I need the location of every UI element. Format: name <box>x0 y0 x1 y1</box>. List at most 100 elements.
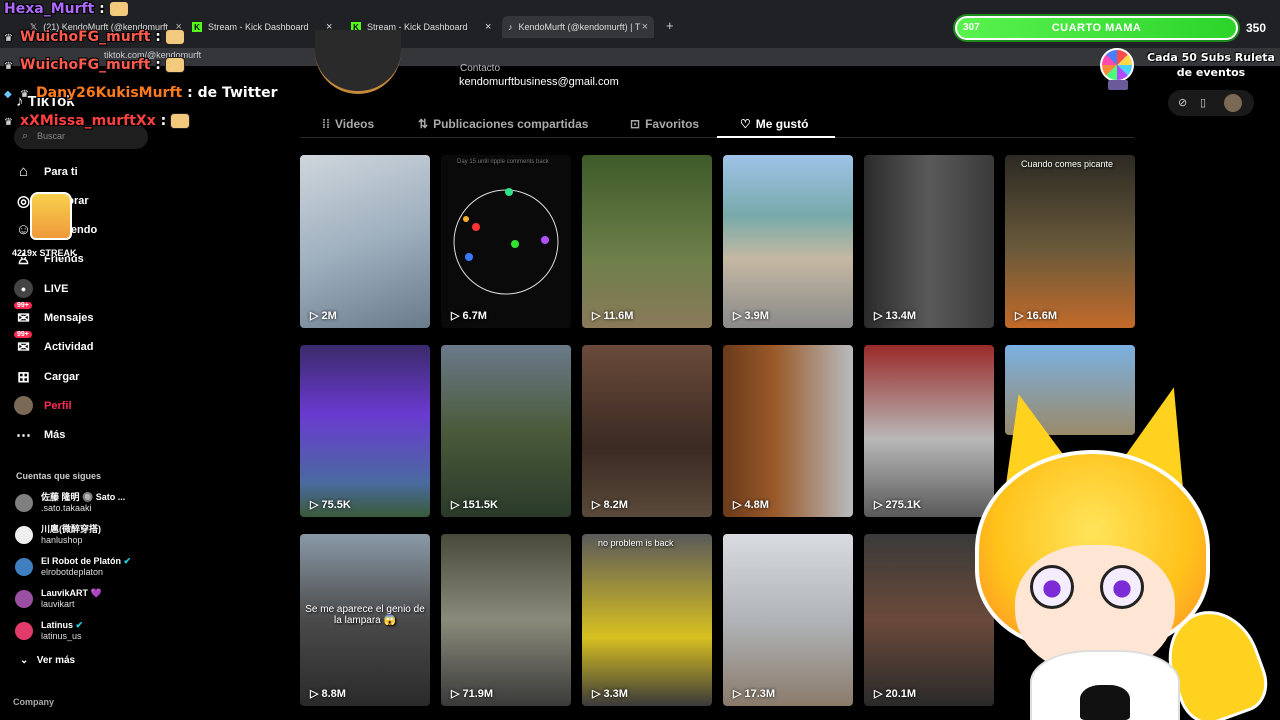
play-icon: ▷ <box>874 499 883 511</box>
following-handle: hanlushop <box>41 535 83 545</box>
browser-tab-tiktok[interactable]: ♪ KendoMurft (@kendomurft) | T × <box>502 16 654 38</box>
following-item[interactable]: El Robot de Platón ✔ elrobotdeplaton <box>15 556 131 578</box>
contact-email[interactable]: kendomurftbusiness@gmail.com <box>459 76 619 88</box>
video-thumbnail[interactable]: ▷ 13.4M <box>864 155 994 328</box>
video-thumbnail[interactable]: Day 15 until ripple comments back ▷ 6.7M <box>441 155 571 328</box>
following-item[interactable]: 川扈(微醉穿搭) hanlushop <box>15 524 101 546</box>
view-count: ▷ 3.9M <box>733 309 769 323</box>
view-count-text: 11.6M <box>603 309 634 322</box>
tab-videos[interactable]: ⁞⁞ Videos <box>322 117 374 131</box>
video-thumbnail[interactable]: ▷ 4.8M <box>723 345 853 517</box>
video-thumbnail[interactable]: ▷ 71.9M <box>441 534 571 706</box>
following-name: 佐藤 隆明 🔘 Sato ... <box>41 492 126 502</box>
avatar[interactable] <box>1224 94 1242 112</box>
play-icon: ▷ <box>733 688 742 700</box>
video-thumbnail[interactable]: ▷ 275.1K <box>864 345 994 517</box>
following-handle: lauvikart <box>41 599 75 609</box>
video-thumbnail[interactable]: no problem is back ▷ 3.3M <box>582 534 712 706</box>
nav-item-mensajes[interactable]: ✉ 99+ Mensajes <box>14 302 94 327</box>
play-icon: ▷ <box>874 688 883 700</box>
view-count: ▷ 20.1M <box>874 687 916 701</box>
view-count-text: 17.3M <box>744 687 776 700</box>
following-item[interactable]: 佐藤 隆明 🔘 Sato ... .sato.takaaki <box>15 492 125 514</box>
chat-message: ◆ ♛ Dany26KukisMurft : de Twitter <box>4 85 278 101</box>
video-thumbnail[interactable]: ▷ 2M <box>300 155 430 328</box>
compass-icon[interactable]: ⊘ <box>1178 96 1187 109</box>
tab-label: Publicaciones compartidas <box>433 117 589 131</box>
following-name: Latinus ✔ <box>41 620 83 631</box>
upload-icon: ⊞ <box>17 368 30 386</box>
close-tab-icon[interactable]: × <box>642 21 648 33</box>
following-title: Cuentas que sigues <box>16 471 102 481</box>
nav-label: LIVE <box>44 282 69 295</box>
chat-text: : <box>155 29 161 45</box>
nav-item-live[interactable]: ● LIVE <box>14 279 68 298</box>
view-count: ▷ 4.8M <box>733 498 769 512</box>
video-thumbnail[interactable]: ▷ 3.9M <box>723 155 853 328</box>
bookmark-icon: ⊡ <box>630 117 641 131</box>
video-thumbnail[interactable]: Cuando comes picante ▷ 16.6M <box>1005 155 1135 328</box>
sub-goal-target: 350 <box>1246 21 1267 35</box>
view-count: ▷ 2M <box>310 309 337 323</box>
messages-icon: ✉ 99+ <box>14 302 33 327</box>
profile-avatar[interactable] <box>315 30 401 94</box>
nav-item-cargar[interactable]: ⊞ Cargar <box>14 367 79 386</box>
chat-username: Hexa_Murft <box>4 1 95 17</box>
nav-item-perfil[interactable]: Perfil <box>14 396 72 415</box>
video-thumbnail[interactable]: ▷ 151.5K <box>441 345 571 517</box>
view-count-text: 71.9M <box>462 687 494 700</box>
play-icon: ▷ <box>592 499 601 511</box>
crown-icon: ♛ <box>20 89 29 100</box>
view-count: ▷ 17.3M <box>733 687 776 701</box>
see-more-button[interactable]: ⌄ Ver más <box>20 655 75 666</box>
tab-label: Videos <box>335 117 375 131</box>
view-count-text: 13.4M <box>885 309 917 322</box>
contact-label: Contacto <box>460 63 501 74</box>
emote-icon <box>170 113 191 129</box>
avatar <box>15 526 33 544</box>
utility-pill: ⊘ ▯ <box>1168 90 1254 116</box>
circle-animation-graphic <box>453 188 559 295</box>
play-icon: ▷ <box>310 310 319 322</box>
tab-liked[interactable]: ♡ Me gustó <box>740 117 808 131</box>
view-count: ▷ 3.3M <box>592 687 628 701</box>
verified-icon: ✔ <box>123 556 132 566</box>
sub-goal-bar: 307 CUARTO MAMA <box>955 16 1238 40</box>
new-tab-button[interactable]: + <box>666 18 674 33</box>
roulette-stand <box>1108 80 1128 90</box>
tab-label: Me gustó <box>755 117 809 131</box>
nav-label: Perfil <box>44 399 72 412</box>
active-tab-indicator <box>717 136 835 138</box>
view-count: ▷ 8.8M <box>310 687 346 701</box>
play-icon: ▷ <box>592 310 601 322</box>
browser-tab-kick-1[interactable]: K Stream - Kick Dashboard <box>192 16 309 38</box>
view-count-text: 4.8M <box>744 498 769 511</box>
video-caption: Se me aparece el genio de la lampara 😱 <box>305 604 425 626</box>
video-thumbnail[interactable]: ▷ 8.2M <box>582 345 712 517</box>
view-count: ▷ 71.9M <box>451 687 494 701</box>
following-item[interactable]: LauvikART 💜 lauvikart <box>15 588 102 610</box>
chat-username: WuichoFG_murft <box>20 57 151 73</box>
video-thumbnail[interactable]: ▷ 17.3M <box>723 534 853 706</box>
play-icon: ▷ <box>733 310 742 322</box>
nav-item-actividad[interactable]: ✉ 99+ Actividad <box>14 331 94 356</box>
tab-reposts[interactable]: ⇅ Publicaciones compartidas <box>418 117 588 131</box>
phone-icon[interactable]: ▯ <box>1200 96 1206 109</box>
play-icon: ▷ <box>310 499 319 511</box>
company-link[interactable]: Company <box>13 697 54 707</box>
nav-item-mas[interactable]: ⋯ Más <box>14 425 65 444</box>
video-thumbnail[interactable]: Se me aparece el genio de la lampara 😱 ▷… <box>300 534 430 706</box>
video-caption-top: no problem is back <box>598 538 674 548</box>
following-name: 川扈(微醉穿搭) <box>41 524 101 534</box>
close-tab-icon[interactable]: × <box>485 16 491 38</box>
video-thumbnail[interactable]: ▷ 75.5K <box>300 345 430 517</box>
video-thumbnail[interactable]: ▷ 11.6M <box>582 155 712 328</box>
play-icon: ▷ <box>310 688 319 700</box>
nav-item-para-ti[interactable]: ⌂ Para ti <box>14 162 78 181</box>
following-item[interactable]: Latinus ✔ latinus_us <box>15 620 83 642</box>
nav-label: Para ti <box>44 165 78 178</box>
view-count: ▷ 151.5K <box>451 498 498 512</box>
chat-text: : <box>99 1 105 17</box>
view-count: ▷ 275.1K <box>874 498 921 512</box>
tab-favorites[interactable]: ⊡ Favoritos <box>630 117 699 131</box>
